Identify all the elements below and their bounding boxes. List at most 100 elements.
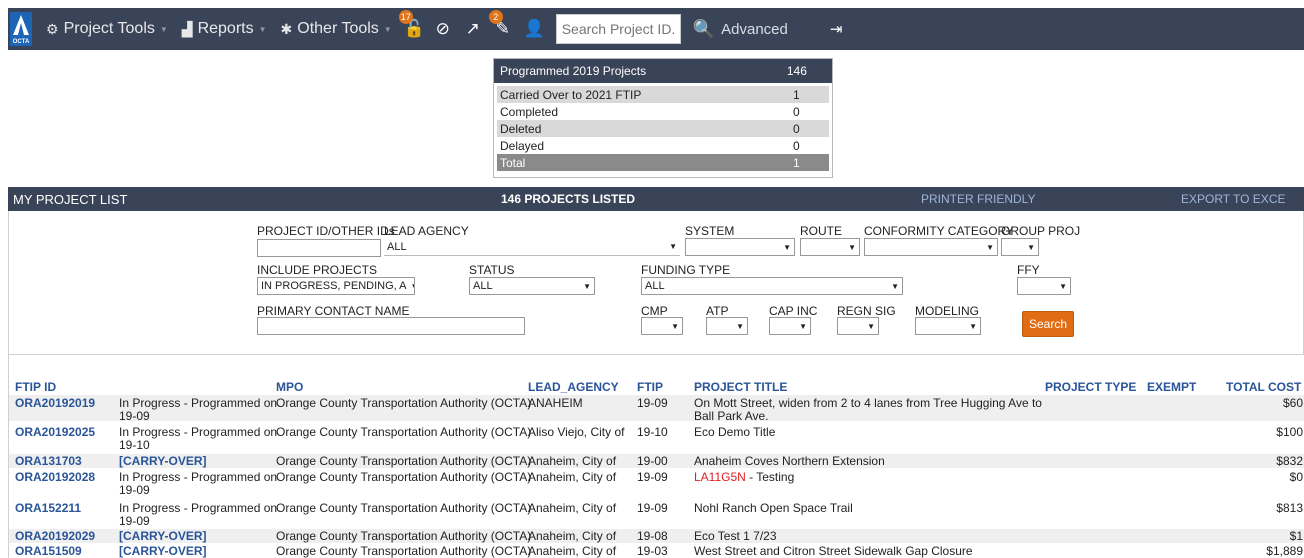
table-row[interactable]: ORA152211 In Progress - Programmed on 19… xyxy=(9,499,1304,528)
include-projects-label: INCLUDE PROJECTS xyxy=(257,263,378,277)
caret-down-icon: ▼ xyxy=(159,24,168,34)
caret-down-icon: ▼ xyxy=(671,321,679,331)
caret-down-icon: ▼ xyxy=(383,24,392,34)
cap-inc-select[interactable]: ▼ xyxy=(769,317,811,335)
filter-panel: PROJECT ID/OTHER IDs LEAD AGENCY ALL ▼ SY… xyxy=(8,211,1304,355)
lead-agency-select[interactable]: ALL ▼ xyxy=(384,238,680,256)
caret-down-icon: ▼ xyxy=(1059,281,1067,291)
system-label: SYSTEM xyxy=(685,224,735,238)
col-mpo[interactable]: MPO xyxy=(276,380,303,394)
conformity-category-label: CONFORMITY CATEGORY xyxy=(864,224,1015,238)
caret-down-icon: ▼ xyxy=(583,281,591,291)
unlock-icon[interactable]: 🔓 17 xyxy=(398,10,425,39)
project-table: FTIP ID MPO LEAD_AGENCY FTIP PROJECT TIT… xyxy=(8,355,1304,558)
route-label: ROUTE xyxy=(800,224,842,238)
unlock-badge: 17 xyxy=(398,10,413,24)
group-proj-select[interactable]: ▼ xyxy=(1001,238,1039,256)
cap-inc-label: CAP INC xyxy=(769,304,818,318)
share-icon[interactable]: ↗ xyxy=(464,19,482,39)
lead-agency-label: LEAD AGENCY xyxy=(384,224,469,238)
projects-listed-count: 146 PROJECTS LISTED xyxy=(501,192,636,206)
summary-row: Carried Over to 2021 FTIP 1 xyxy=(497,86,829,103)
summary-row: Delayed 0 xyxy=(500,138,800,153)
caret-down-icon: ▼ xyxy=(736,321,744,331)
summary-table: Programmed 2019 Projects 146 Carried Ove… xyxy=(493,58,833,178)
table-row[interactable]: ORA20192025 In Progress - Programmed on … xyxy=(9,423,1304,452)
edit-icon[interactable]: ✎ 2 xyxy=(488,10,512,39)
caret-down-icon: ▼ xyxy=(410,282,414,291)
other-tools-menu[interactable]: ✱ Other Tools ▼ xyxy=(281,20,392,38)
project-id-label: PROJECT ID/OTHER IDs xyxy=(257,224,395,238)
col-project-title[interactable]: PROJECT TITLE xyxy=(694,380,787,394)
caret-down-icon: ▼ xyxy=(867,321,875,331)
cmp-select[interactable]: ▼ xyxy=(641,317,683,335)
caret-down-icon: ▼ xyxy=(986,242,994,252)
status-label: STATUS xyxy=(469,263,515,277)
primary-contact-label: PRIMARY CONTACT NAME xyxy=(257,304,410,318)
atp-label: ATP xyxy=(706,304,729,318)
status-select[interactable]: ALL ▼ xyxy=(469,277,595,295)
project-tools-label: Project Tools xyxy=(63,20,155,37)
gear-icon: ✱ xyxy=(280,20,293,37)
export-to-excel-link[interactable]: EXPORT TO EXCE xyxy=(1181,192,1285,206)
col-ftip[interactable]: FTIP xyxy=(637,380,663,394)
project-title-link[interactable]: LA11G5N xyxy=(694,470,746,484)
caret-down-icon: ▼ xyxy=(669,242,677,251)
modeling-label: MODELING xyxy=(915,304,980,318)
cmp-label: CMP xyxy=(641,304,668,318)
reports-label: Reports xyxy=(197,20,254,37)
route-select[interactable]: ▼ xyxy=(800,238,860,256)
table-row[interactable]: ORA20192028 In Progress - Programmed on … xyxy=(9,469,1304,497)
conformity-category-select[interactable]: ▼ xyxy=(864,238,998,256)
col-exempt[interactable]: EXEMPT xyxy=(1147,380,1196,394)
project-list-header: MY PROJECT LIST 146 PROJECTS LISTED PRIN… xyxy=(8,187,1304,211)
table-row[interactable]: ORA151509 [CARRY-OVER] Orange County Tra… xyxy=(9,544,1304,558)
atp-select[interactable]: ▼ xyxy=(706,317,748,335)
search-icon[interactable]: 🔍 xyxy=(693,19,715,40)
col-ftip-id[interactable]: FTIP ID xyxy=(15,380,56,394)
area-chart-icon: ▟ xyxy=(181,20,193,37)
octa-logo[interactable]: OCTA xyxy=(10,12,32,46)
ban-icon[interactable]: ⊘ xyxy=(434,19,452,39)
col-lead-agency[interactable]: LEAD_AGENCY xyxy=(528,380,619,394)
search-button[interactable]: Search xyxy=(1022,311,1075,337)
caret-down-icon: ▼ xyxy=(799,321,807,331)
top-navbar: OCTA ⚙ Project Tools ▼ ▟ Reports ▼ ✱ Oth… xyxy=(8,8,1304,50)
table-row[interactable]: ORA131703 [CARRY-OVER] Orange County Tra… xyxy=(9,454,1304,468)
ffy-select[interactable]: ▼ xyxy=(1017,277,1071,295)
regn-sig-select[interactable]: ▼ xyxy=(837,317,879,335)
project-tools-menu[interactable]: ⚙ Project Tools ▼ xyxy=(46,20,168,38)
modeling-select[interactable]: ▼ xyxy=(915,317,981,335)
summary-row: Completed 0 xyxy=(500,104,800,119)
funding-type-label: FUNDING TYPE xyxy=(641,263,731,277)
system-select[interactable]: ▼ xyxy=(685,238,795,256)
caret-down-icon: ▼ xyxy=(969,321,977,331)
logout-icon[interactable]: ⇥ xyxy=(830,20,843,38)
summary-total-row: Total 1 xyxy=(497,154,829,171)
caret-down-icon: ▼ xyxy=(1027,242,1035,252)
include-projects-select[interactable]: IN PROGRESS, PENDING, A▼ xyxy=(257,277,415,295)
group-proj-label: GROUP PROJ xyxy=(1001,224,1081,238)
edit-badge: 2 xyxy=(488,10,503,24)
primary-contact-input[interactable] xyxy=(257,317,525,335)
reports-menu[interactable]: ▟ Reports ▼ xyxy=(182,20,267,38)
table-row[interactable]: ORA20192019 In Progress - Programmed on … xyxy=(9,395,1304,423)
regn-sig-label: REGN SIG xyxy=(837,304,896,318)
ffy-label: FFY xyxy=(1017,263,1040,277)
caret-down-icon: ▼ xyxy=(258,24,267,34)
project-list-title: MY PROJECT LIST xyxy=(13,191,128,207)
caret-down-icon: ▼ xyxy=(891,281,899,291)
col-total-cost[interactable]: TOTAL COST xyxy=(1226,380,1301,394)
col-project-type[interactable]: PROJECT TYPE xyxy=(1045,380,1136,394)
table-row[interactable]: ORA20192029 [CARRY-OVER] Orange County T… xyxy=(9,529,1304,543)
search-project-input[interactable] xyxy=(555,14,681,44)
user-icon[interactable]: 👤 xyxy=(524,19,545,39)
other-tools-label: Other Tools xyxy=(297,20,379,37)
project-id-input[interactable] xyxy=(257,239,381,257)
summary-row: Deleted 0 xyxy=(497,120,829,137)
funding-type-select[interactable]: ALL ▼ xyxy=(641,277,903,295)
caret-down-icon: ▼ xyxy=(848,242,856,252)
advanced-search-link[interactable]: Advanced xyxy=(721,21,788,38)
gears-icon: ⚙ xyxy=(46,20,59,37)
printer-friendly-link[interactable]: PRINTER FRIENDLY xyxy=(921,192,1181,206)
